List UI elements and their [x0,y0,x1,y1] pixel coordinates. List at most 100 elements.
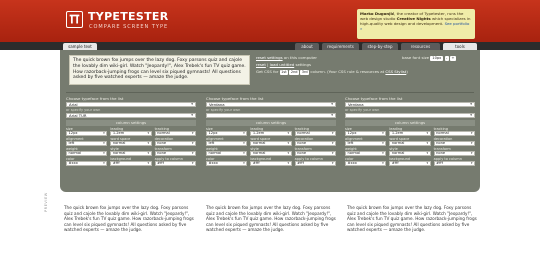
css-stylist-link[interactable]: CSS Stylist [385,69,406,74]
col3-leading-select[interactable]: 1.2em [389,131,431,136]
col1-background-field: background #fff [110,156,152,166]
reset-link[interactable]: reset [256,62,266,67]
col3-weight-field: weight normal [345,146,387,156]
load-untitled-link[interactable]: load untitled [270,62,295,67]
tab-step-by-step[interactable]: step-by-step [362,43,398,50]
col3-decoration-field: decoration none [433,136,475,146]
col1-typeface-select[interactable]: Arial [66,102,196,107]
col3-color-field: color #xxx [345,156,387,166]
col2-transform-select[interactable]: none [294,151,336,156]
col1-specify-label: or specify your own [66,108,101,112]
col2-color-field: color #xxx [206,156,248,166]
col2-weight-select[interactable]: normal [206,151,248,156]
col3-alignment-field: alignment left [345,136,387,146]
col1-weight-select[interactable]: normal [66,151,108,156]
header: TYPETESTER COMPARE SCREEN TYPE Marko Dug… [0,0,540,42]
col2-decoration-select[interactable]: none [294,141,336,146]
col1-tracking-field: tracking normal [154,126,196,136]
col3-background-field: background #fff [389,156,431,166]
col2-size-field: size 12px [206,126,248,136]
preview-column-1: The quick brown fox jumps over the lazy … [64,205,194,233]
col1-color-select[interactable]: #xxx [66,161,108,166]
col2-typeface-header: Choose typeface from the list [206,96,264,101]
col2-word-space-select[interactable]: normal [250,141,292,146]
col3-background-select[interactable]: #fff [389,161,431,166]
col2-tracking-select[interactable]: normal [294,131,336,136]
col3-tracking-field: tracking normal [433,126,475,136]
col1-tracking-select[interactable]: normal [154,131,196,136]
col2-alignment-select[interactable]: left [206,141,248,146]
col2-apply-to-column-select[interactable]: #fff [294,161,336,166]
col2-decoration-field: decoration none [294,136,336,146]
base-font-size: base font size 10px - + [402,55,456,61]
col3-settings-grid: size 12px leading 1.2em tracking normal … [345,126,475,166]
col3-word-space-field: word space normal [389,136,431,146]
col3-typeface-select[interactable]: Verdana [345,102,475,107]
column-2-settings: Choose typeface from the list Verdana or… [206,96,336,188]
font-size-increase-button[interactable]: + [450,56,456,61]
col1-background-select[interactable]: #fff [110,161,152,166]
preview-label: PREVIEW [44,192,48,212]
col2-style-select[interactable]: normal [250,151,292,156]
tab-about[interactable]: about [295,43,319,50]
get-css-label: Get CSS for [256,69,279,75]
site-title[interactable]: TYPETESTER [88,10,168,23]
css-col-1-button[interactable]: 1st [279,70,289,76]
col3-word-space-select[interactable]: normal [389,141,431,146]
css-col-2-button[interactable]: 2nd [289,70,300,76]
tab-bar: sample text about requirements step-by-s… [0,42,540,50]
col3-color-select[interactable]: #xxx [345,161,387,166]
col3-tracking-select[interactable]: normal [433,131,475,136]
tab-resources[interactable]: resources [401,43,440,50]
col3-weight-select[interactable]: normal [345,151,387,156]
font-size-decrease-button[interactable]: - [444,56,449,61]
col3-custom-font-input[interactable] [345,113,475,118]
col1-typeface-header: Choose typeface from the list [66,96,124,101]
col3-style-select[interactable]: normal [389,151,431,156]
col1-leading-select[interactable]: 1.2em [110,131,152,136]
col1-size-select[interactable]: 12px [66,131,108,136]
typetester-logo-icon[interactable] [66,11,83,28]
col3-alignment-select[interactable]: left [345,141,387,146]
col3-leading-field: leading 1.2em [389,126,431,136]
col3-apply-to-column-field: apply to column #fff [433,156,475,166]
col1-alignment-select[interactable]: left [66,141,108,146]
column-3-settings: Choose typeface from the list Verdana or… [345,96,475,188]
col3-transform-select[interactable]: none [433,151,475,156]
col3-size-select[interactable]: 12px [345,131,387,136]
col3-decoration-select[interactable]: none [433,141,475,146]
col3-apply-to-column-select[interactable]: #fff [433,161,475,166]
col1-apply-to-column-field: apply to column #fff [154,156,196,166]
col3-typeface-header: Choose typeface from the list [345,96,403,101]
col2-weight-field: weight normal [206,146,248,156]
col1-alignment-field: alignment left [66,136,108,146]
col1-settings-grid: size 12px leading 1.2em tracking normal … [66,126,196,166]
reset-settings-link[interactable]: reset settings [256,55,283,60]
css-info-text: column. (Your CSS rule & resources at [310,69,386,75]
col2-leading-select[interactable]: 1.2em [250,131,292,136]
col2-typeface-select[interactable]: Verdana [206,102,336,107]
col2-apply-to-column-field: apply to column #fff [294,156,336,166]
col2-custom-font-input[interactable] [206,113,336,118]
tab-sample-text[interactable]: sample text [63,43,97,50]
col1-custom-font-input[interactable]: Arial TUR [66,113,196,118]
col2-background-field: background #fff [250,156,292,166]
col2-color-select[interactable]: #xxx [206,161,248,166]
tab-requirements[interactable]: requirements [322,43,359,50]
promo-box: Marko Dugonjić, the creator of Typeteste… [357,9,475,39]
col1-word-space-select[interactable]: normal [110,141,152,146]
col1-transform-select[interactable]: none [154,151,196,156]
col1-decoration-select[interactable]: none [154,141,196,146]
base-font-size-select[interactable]: 10px [430,55,444,61]
css-info-end: ) [406,69,408,75]
col1-style-select[interactable]: normal [110,151,152,156]
sample-text-input[interactable]: The quick brown fox jumps over the lazy … [69,55,250,85]
css-col-3-button[interactable]: 3rd [300,70,310,76]
col2-leading-field: leading 1.2em [250,126,292,136]
col2-size-select[interactable]: 12px [206,131,248,136]
col2-background-select[interactable]: #fff [250,161,292,166]
col2-word-space-field: word space normal [250,136,292,146]
col2-specify-label: or specify your own [206,108,241,112]
col1-apply-to-column-select[interactable]: #fff [154,161,196,166]
tab-tools[interactable]: tools [443,43,477,50]
